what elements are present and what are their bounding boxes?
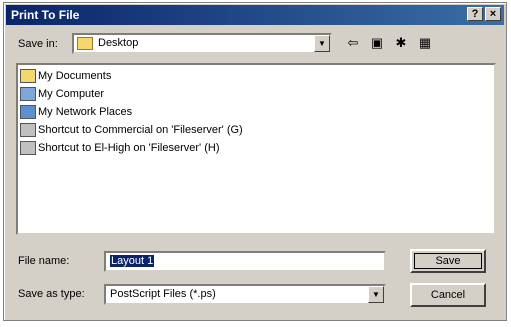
list-item[interactable]: Shortcut to El-High on 'Fileserver' (H) (20, 139, 492, 157)
toolbar: ⇦ ▣ ✱ ▦ (344, 34, 434, 52)
network-drive-icon (20, 123, 36, 137)
network-drive-icon (20, 141, 36, 155)
title-bar: Print To File ? × (6, 5, 504, 25)
desktop-folder-icon (77, 37, 93, 50)
view-menu-icon[interactable]: ▦ (416, 34, 434, 52)
list-item-label: My Documents (38, 70, 112, 82)
save-in-row: Save in: Desktop ▼ ⇦ ▣ ✱ ▦ (14, 33, 496, 55)
new-folder-icon[interactable]: ✱ (392, 34, 410, 52)
save-as-type-label: Save as type: (18, 288, 85, 300)
save-as-type-dropdown[interactable]: PostScript Files (*.ps) ▼ (104, 284, 386, 305)
save-as-type-value: PostScript Files (*.ps) (110, 288, 216, 300)
help-button[interactable]: ? (467, 7, 483, 21)
chevron-down-icon[interactable]: ▼ (314, 35, 330, 52)
file-list[interactable]: My Documents My Computer My Network Plac… (16, 63, 496, 235)
back-arrow-icon[interactable]: ⇦ (344, 34, 362, 52)
list-item-label: My Computer (38, 88, 105, 100)
up-one-level-icon[interactable]: ▣ (368, 34, 386, 52)
chevron-down-icon[interactable]: ▼ (368, 286, 384, 303)
close-button[interactable]: × (485, 7, 501, 21)
file-name-value: Layout 1 (110, 255, 155, 267)
print-to-file-dialog: Print To File ? × Save in: Desktop ▼ ⇦ ▣… (3, 2, 507, 321)
list-item[interactable]: My Documents (20, 67, 492, 85)
list-item-label: Shortcut to Commercial on 'Fileserver' (… (38, 124, 243, 136)
network-places-icon (20, 105, 36, 119)
list-item[interactable]: Shortcut to Commercial on 'Fileserver' (… (20, 121, 492, 139)
list-item-label: My Network Places (38, 106, 133, 118)
my-computer-icon (20, 87, 36, 101)
list-item[interactable]: My Network Places (20, 103, 492, 121)
window-title: Print To File (11, 8, 80, 22)
save-in-dropdown[interactable]: Desktop ▼ (72, 33, 332, 54)
save-in-value: Desktop (98, 37, 139, 49)
cancel-button[interactable]: Cancel (410, 283, 486, 307)
list-item[interactable]: My Computer (20, 85, 492, 103)
my-documents-icon (20, 69, 36, 83)
file-name-field[interactable]: Layout 1 (104, 251, 386, 272)
save-in-label: Save in: (18, 38, 58, 50)
file-name-label: File name: (18, 255, 70, 267)
save-button[interactable]: Save (410, 249, 486, 273)
list-item-label: Shortcut to El-High on 'Fileserver' (H) (38, 142, 220, 154)
